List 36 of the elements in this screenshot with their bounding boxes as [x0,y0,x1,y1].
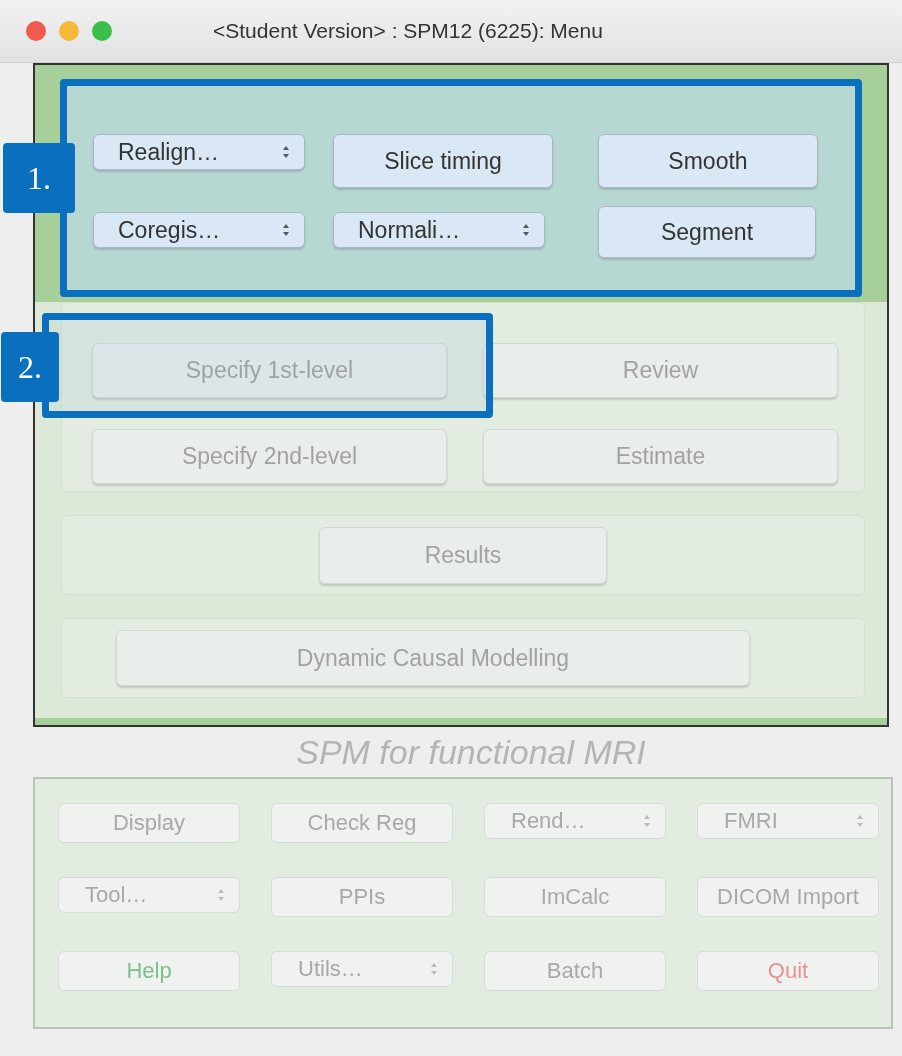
window-controls-icon[interactable] [25,20,113,42]
utility-button[interactable]: Display [58,803,240,843]
utility-button[interactable]: Help [58,951,240,991]
callout-label: 1. [3,143,75,213]
utility-button[interactable]: Tool… [58,877,240,913]
updown-arrows-icon [430,961,438,977]
menu-button[interactable]: Segment [598,206,816,258]
menu-button[interactable]: Smooth [598,134,818,188]
updown-arrows-icon [282,144,290,160]
updown-arrows-icon [282,222,290,238]
utility-button[interactable]: Utils… [271,951,453,987]
results-button[interactable]: Results [319,526,607,584]
menu-button[interactable]: Review [483,343,838,398]
menu-button[interactable]: Specify 1st-level [92,343,447,398]
updown-arrows-icon [522,222,530,238]
utility-button[interactable]: Quit [697,951,879,991]
utility-button[interactable]: ImCalc [484,877,666,917]
menu-button[interactable]: Normali… [333,212,545,248]
updown-arrows-icon [643,813,651,829]
callout-label: 2. [1,332,59,402]
utility-button[interactable]: PPIs [271,877,453,917]
utility-button[interactable]: Check Reg [271,803,453,843]
menu-button[interactable]: Realign… [93,134,305,170]
utility-button[interactable]: Batch [484,951,666,991]
subtitle: SPM for functional MRI [295,732,647,773]
menu-button[interactable]: Coregis… [93,212,305,248]
dcm-button[interactable]: Dynamic Causal Modelling [116,630,750,686]
utility-button[interactable]: DICOM Import [697,877,879,917]
utility-button[interactable]: FMRI [697,803,879,839]
updown-arrows-icon [217,887,225,903]
utility-button[interactable]: Rend… [484,803,666,839]
window-title: <Student Version> : SPM12 (6225): Menu [213,19,603,43]
menu-button[interactable]: Slice timing [333,134,553,188]
updown-arrows-icon [856,813,864,829]
menu-button[interactable]: Specify 2nd-level [92,429,447,484]
menu-button[interactable]: Estimate [483,429,838,484]
